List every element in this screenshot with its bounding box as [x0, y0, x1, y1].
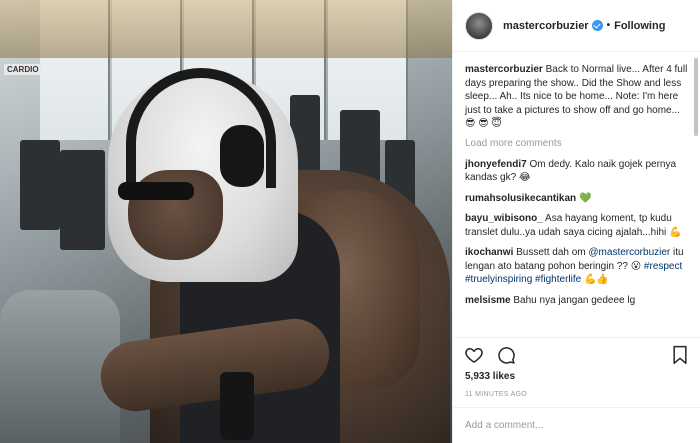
instagram-post-view: CARDIO mastercorbuzier • Following maste…	[0, 0, 700, 443]
like-button[interactable]	[463, 344, 485, 366]
comment-username[interactable]: jhonyefendi7	[465, 159, 527, 170]
bookmark-icon	[673, 345, 687, 364]
header-username[interactable]: mastercorbuzier	[503, 20, 589, 32]
save-button[interactable]	[669, 344, 691, 366]
comment-button[interactable]	[495, 344, 517, 366]
add-comment-input[interactable]	[465, 420, 689, 431]
comment-username[interactable]: rumahsolusikecantikan	[465, 193, 576, 204]
comment-item: melsisme Bahu nya jangan gedeee lg	[465, 294, 689, 308]
caption-emoji: 😎 😎 😇	[465, 118, 502, 129]
comment-emoji: 💪	[669, 226, 682, 238]
comment-username[interactable]: bayu_wibisono_	[465, 213, 543, 224]
post-actions	[453, 337, 700, 371]
comments-scrollbar[interactable]	[694, 58, 698, 136]
post-timestamp: 11 MINUTES AGO	[465, 391, 528, 398]
gym-sign	[0, 0, 452, 58]
hashtag-link[interactable]: #fighterlife	[535, 274, 581, 285]
post-photo[interactable]: CARDIO	[0, 0, 452, 443]
headphone-earcup	[220, 125, 264, 187]
comment-item: jhonyefendi7 Om dedy. Kalo naik gojek pe…	[465, 158, 689, 185]
wrist-watch	[220, 372, 254, 440]
comment-emoji: 😂	[518, 172, 531, 183]
comment-username[interactable]: melsisme	[465, 295, 511, 306]
comment-item: ikochanwi Bussett dah om @mastercorbuzie…	[465, 246, 689, 287]
add-comment-bar	[453, 407, 700, 443]
cardio-sign: CARDIO	[4, 64, 42, 75]
comment-emoji: 💚	[578, 192, 592, 204]
caption-username[interactable]: mastercorbuzier	[465, 64, 543, 75]
verified-badge-icon	[591, 20, 603, 31]
heart-icon	[465, 347, 483, 363]
caption: mastercorbuzier Back to Normal live... A…	[465, 63, 689, 131]
following-button[interactable]: Following	[614, 20, 665, 32]
comment-item: rumahsolusikecantikan 💚	[465, 192, 689, 206]
comment-item: bayu_wibisono_ Asa hayang koment, tp kud…	[465, 212, 689, 239]
gym-machine	[20, 140, 60, 230]
comment-text: Bahu nya jangan gedeee lg	[513, 294, 636, 306]
post-header: mastercorbuzier • Following	[453, 0, 700, 52]
load-more-comments-button[interactable]: Load more comments	[465, 138, 689, 149]
gym-machine	[60, 150, 105, 250]
hashtag-link[interactable]: #truelyinspiring	[465, 274, 532, 285]
comments-list[interactable]: mastercorbuzier Back to Normal live... A…	[453, 53, 700, 337]
comment-mention-link[interactable]: @mastercorbuzier	[588, 247, 670, 258]
comment-emoji: 💪👍	[583, 274, 609, 285]
avatar[interactable]	[465, 11, 493, 40]
comment-icon	[498, 346, 515, 364]
sunglasses	[118, 182, 194, 200]
likes-count[interactable]: 5,933 likes	[465, 371, 515, 382]
comment-text: Bussett dah om	[516, 247, 586, 258]
header-separator: •	[606, 20, 611, 31]
comment-emoji: 😮	[630, 260, 642, 272]
comment-username[interactable]: ikochanwi	[465, 247, 513, 258]
post-side-panel: mastercorbuzier • Following mastercorbuz…	[452, 0, 700, 443]
hashtag-link[interactable]: #respect	[644, 261, 682, 272]
